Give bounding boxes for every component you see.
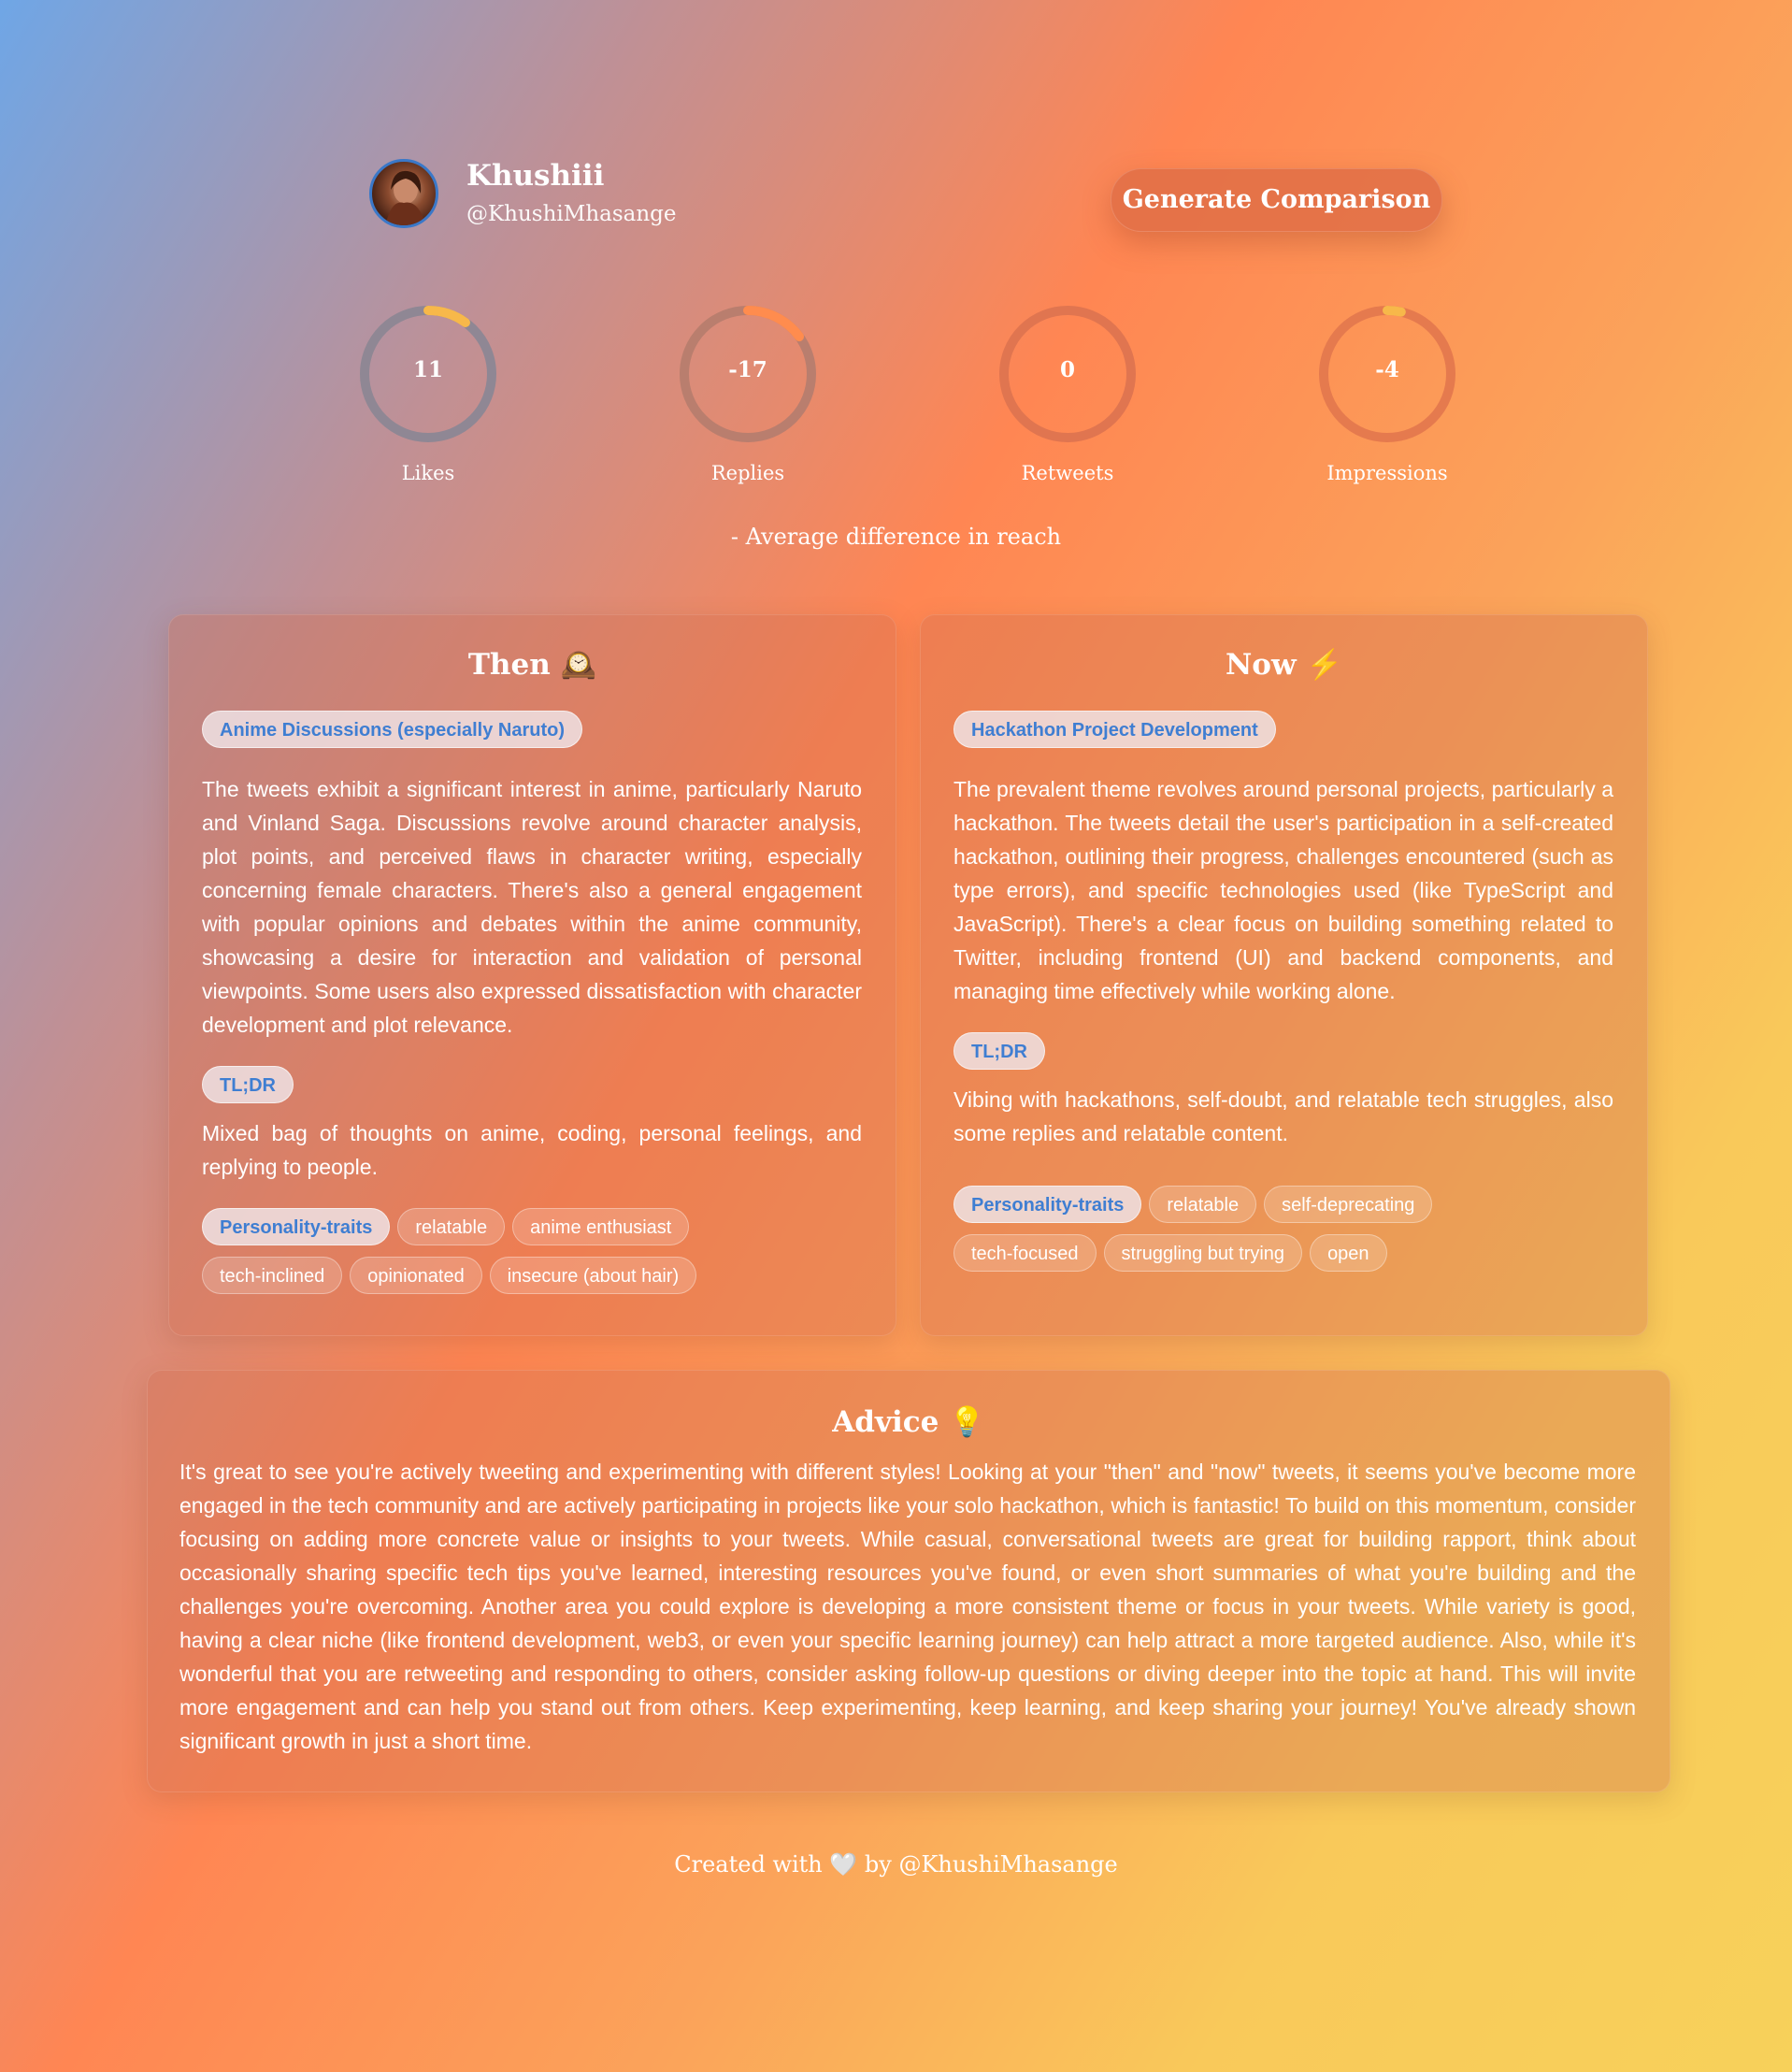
avatar[interactable] [369,159,438,228]
average-difference-note: - Average difference in reach [730,524,1062,550]
now-title: Now ⚡ [1225,648,1343,682]
advice-text: It's great to see you're actively tweeti… [179,1460,1636,1753]
then-tldr-badge-wrap: TL;DR [202,1066,301,1115]
stat-label: Impressions [1326,462,1448,484]
trait-tag: insecure (about hair) [489,1257,697,1294]
profile-header: Khushiii @KhushiMhasange Generate Compar… [369,159,1444,234]
trait-tag: self-deprecating [1264,1186,1433,1223]
now-summary: The prevalent theme revolves around pers… [953,777,1613,1003]
trait-tag: open [1310,1234,1387,1272]
then-title: Then 🕰️ [467,648,597,682]
traits-label: Personality-traits [953,1186,1142,1223]
then-tldr: Mixed bag of thoughts on anime, coding, … [202,1121,862,1179]
now-topic: Hackathon Project Development [953,711,1283,759]
tldr-badge: TL;DR [953,1032,1045,1070]
trait-tag: relatable [397,1208,506,1245]
trait-tag: relatable [1149,1186,1257,1223]
then-summary: The tweets exhibit a significant interes… [202,777,862,1037]
stat-label: Retweets [1021,462,1114,484]
traits-label: Personality-traits [202,1208,391,1245]
trait-tag: tech-inclined [202,1257,343,1294]
now-tldr-badge-wrap: TL;DR [953,1032,1053,1081]
now-traits: Personality-traits relatable self-deprecat… [953,1186,1627,1283]
stat-value: 11 [412,357,443,382]
trait-tag: tech-focused [953,1234,1097,1272]
profile-name: Khushiii [466,159,605,193]
avatar-image [385,170,426,225]
generate-comparison-button[interactable]: Generate Comparison [1111,168,1442,232]
stat-value: 0 [1059,357,1075,382]
stat-value: -17 [728,357,767,382]
stat-value: -4 [1375,357,1399,382]
stat-label: Replies [710,462,785,484]
stat-impressions: -4 Impressions [1312,299,1462,484]
advice-card: Advice 💡 It's great to see you're active… [147,1370,1670,1792]
then-topic: Anime Discussions (especially Naruto) [202,711,590,759]
stat-retweets: 0 Retweets [993,299,1142,484]
then-card: Then 🕰️ Anime Discussions (especially Na… [168,614,896,1336]
trait-tag: struggling but trying [1103,1234,1303,1272]
advice-title: Advice 💡 [832,1405,985,1439]
now-tldr: Vibing with hackathons, self-doubt, and … [953,1087,1613,1145]
tldr-badge: TL;DR [202,1066,294,1103]
stat-likes: 11 Likes [353,299,503,484]
trait-tag: anime enthusiast [512,1208,690,1245]
topic-badge: Anime Discussions (especially Naruto) [202,711,583,748]
stat-label: Likes [401,462,455,484]
footer-credit: Created with 🤍 by @KhushiMhasange [674,1851,1118,1878]
trait-tag: opinionated [350,1257,482,1294]
stat-replies: -17 Replies [673,299,823,484]
then-traits: Personality-traits relatable anime enthusi… [202,1208,875,1305]
profile-handle: @KhushiMhasange [466,202,677,226]
topic-badge: Hackathon Project Development [953,711,1276,748]
now-card: Now ⚡ Hackathon Project Development The … [920,614,1648,1336]
